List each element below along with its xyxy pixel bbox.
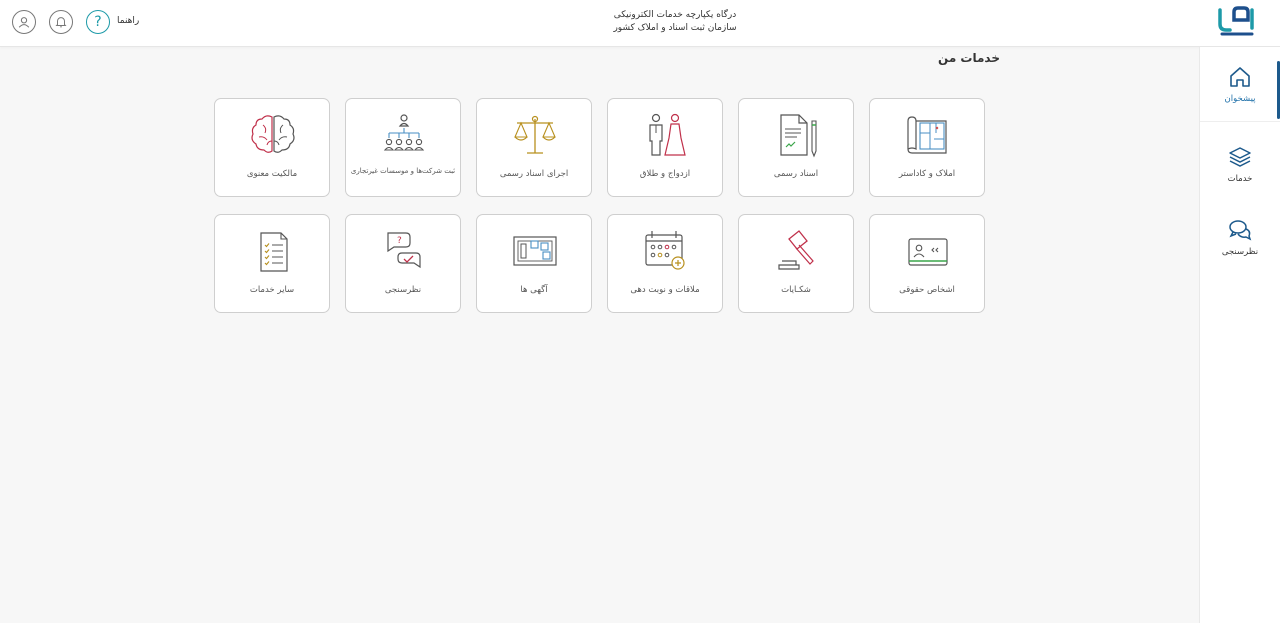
portal-title: درگاه یکپارچه خدمات الکترونیکی سازمان ثب… <box>580 9 770 35</box>
service-card-legal-entities[interactable]: اشخاص حقوقی <box>869 214 985 313</box>
service-card-enforcement[interactable]: اجرای اسناد رسمی <box>476 98 592 197</box>
gavel-icon <box>769 227 825 275</box>
help-label[interactable]: راهنما <box>117 16 139 26</box>
service-card-appointments[interactable]: ملاقات و نوبت دهی <box>607 214 723 313</box>
service-label: املاک و کاداستر <box>898 169 956 179</box>
service-card-company-registration[interactable]: ثبت شرکت‌ها و موسسات غیرتجاری <box>345 98 461 197</box>
survey-icon: ? <box>376 227 432 275</box>
id-card-icon <box>900 227 956 275</box>
service-label: نظرسنجی <box>384 285 422 295</box>
bulletin-board-icon <box>507 227 563 275</box>
sidebar-item-survey[interactable]: نظرسنجی <box>1200 200 1280 274</box>
service-label: ملاقات و نوبت دهی <box>630 285 700 295</box>
cadastre-map-icon <box>900 111 956 159</box>
service-card-complaints[interactable]: شکـایات <box>738 214 854 313</box>
home-icon <box>1230 67 1250 87</box>
checklist-icon <box>245 227 301 275</box>
bell-icon[interactable] <box>49 10 73 34</box>
chat-bubbles-icon <box>1229 220 1252 241</box>
top-header: درگاه یکپارچه خدمات الکترونیکی سازمان ثب… <box>0 0 1280 47</box>
document-pen-icon <box>769 111 825 159</box>
service-label: ازدواج و طلاق <box>639 169 691 179</box>
page-title: خدمات من <box>938 51 1000 65</box>
sidebar-item-dashboard[interactable]: پیشخوان <box>1200 47 1280 122</box>
service-label: سایر خدمات <box>249 285 295 295</box>
service-card-intellectual-property[interactable]: مالکیت معنوی <box>214 98 330 197</box>
service-label: مالکیت معنوی <box>246 169 298 179</box>
org-chart-icon <box>376 111 432 159</box>
service-label: اسناد رسمی <box>773 169 819 179</box>
service-label: آگهی ها <box>520 285 548 295</box>
service-label: شکـایات <box>781 285 811 295</box>
help-icon[interactable]: ? <box>86 10 110 34</box>
profile-icon[interactable] <box>12 10 36 34</box>
service-label: اشخاص حقوقی <box>899 285 955 295</box>
right-sidebar: پیشخوان خدمات نظرسنجی <box>1199 47 1280 623</box>
calendar-icon <box>638 227 694 275</box>
svg-text:?: ? <box>397 236 402 246</box>
sidebar-item-label: پیشخوان <box>1224 94 1256 104</box>
service-card-marriage-divorce[interactable]: ازدواج و طلاق <box>607 98 723 197</box>
sidebar-item-label: نظرسنجی <box>1221 247 1259 257</box>
portal-title-line2: سازمان ثبت اسناد و املاک کشور <box>613 23 737 33</box>
sidebar-item-label: خدمات <box>1227 174 1253 184</box>
service-card-cadastre[interactable]: املاک و کاداستر <box>869 98 985 197</box>
scales-icon <box>507 111 563 159</box>
sidebar-item-services[interactable]: خدمات <box>1200 127 1280 201</box>
service-label: اجرای اسناد رسمی <box>499 169 569 179</box>
bride-groom-icon <box>638 111 694 159</box>
service-label: ثبت شرکت‌ها و موسسات غیرتجاری <box>350 167 456 175</box>
brain-icon <box>245 111 301 159</box>
service-card-other-services[interactable]: سایر خدمات <box>214 214 330 313</box>
service-card-announcements[interactable]: آگهی ها <box>476 214 592 313</box>
portal-title-line1: درگاه یکپارچه خدمات الکترونیکی <box>613 10 737 20</box>
sabt-logo[interactable] <box>1216 6 1262 38</box>
service-card-official-documents[interactable]: اسناد رسمی <box>738 98 854 197</box>
service-card-survey[interactable]: ? نظرسنجی <box>345 214 461 313</box>
layers-icon <box>1229 147 1251 167</box>
